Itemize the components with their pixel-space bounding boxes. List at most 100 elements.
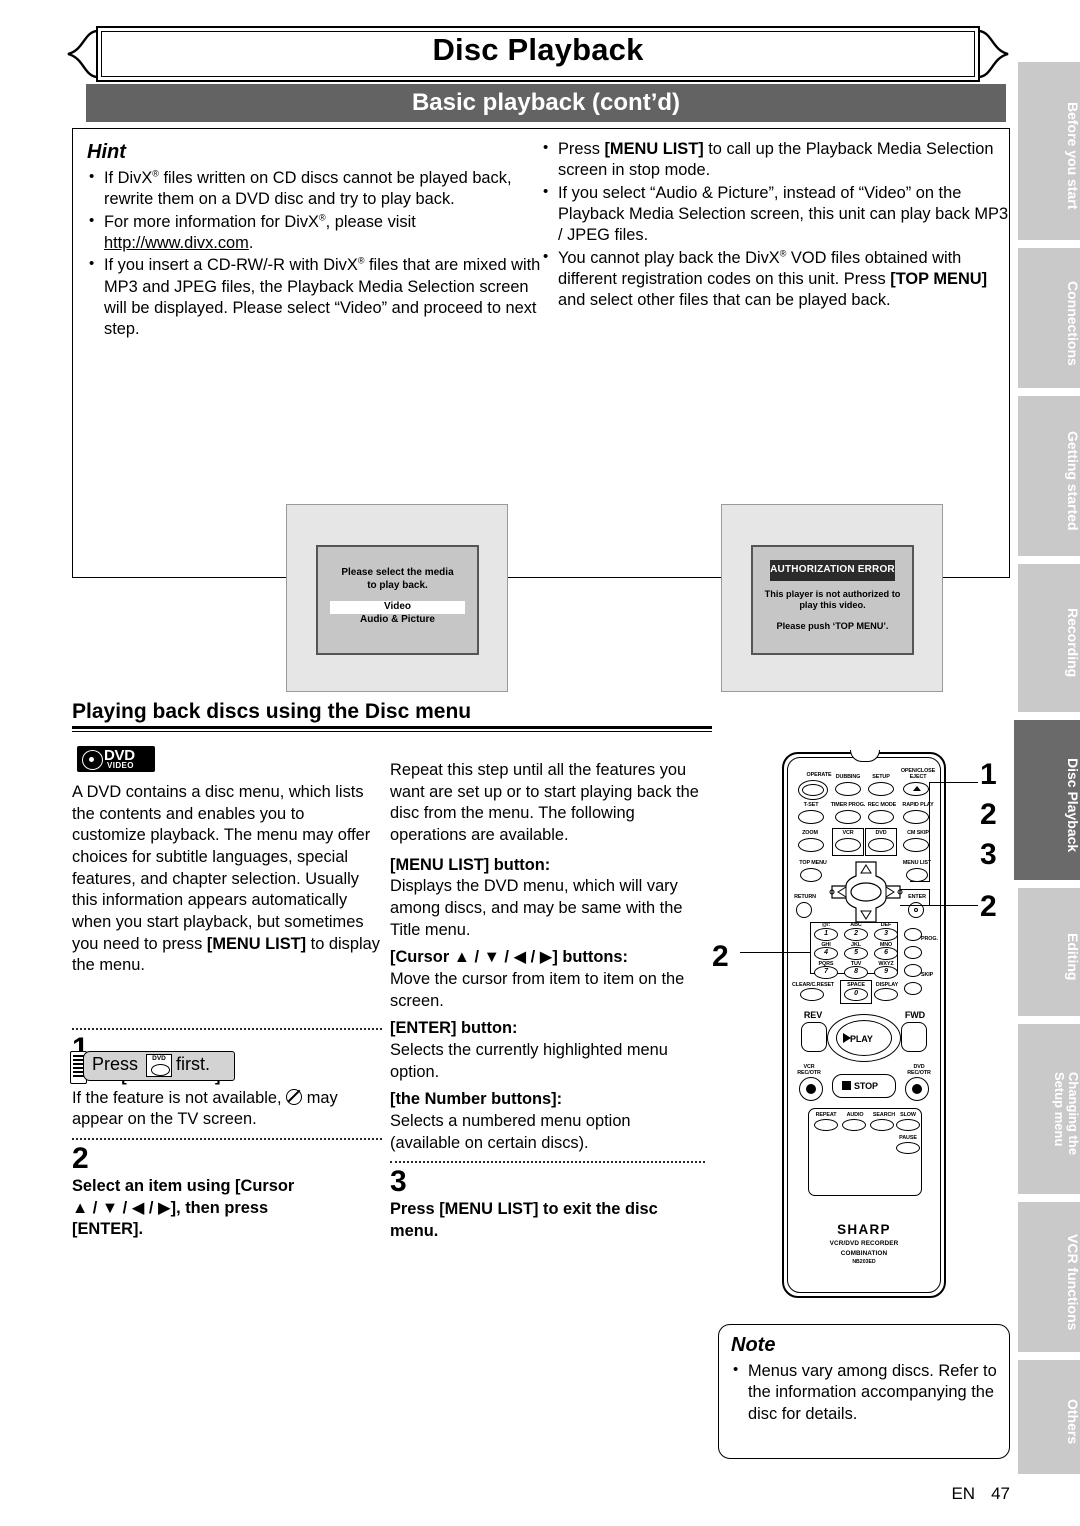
- brand-name: SHARP: [837, 1222, 891, 1237]
- number-1-label: 1: [824, 930, 828, 937]
- hint-item: If you insert a CD-RW/-R with DivX® file…: [87, 254, 552, 340]
- skip-forward-button[interactable]: [904, 964, 922, 977]
- label-prog: PROG.: [921, 936, 938, 942]
- label-stop: STOP: [854, 1081, 878, 1091]
- error-title: AUTHORIZATION ERROR: [770, 560, 895, 581]
- dotted-separator: [72, 1137, 382, 1140]
- leader-line-1-vert: [929, 782, 931, 882]
- label-cm-skip: CM SKIP: [907, 830, 929, 836]
- error-line2: play this video.: [799, 600, 866, 611]
- number-3-label: 3: [884, 930, 888, 937]
- label-timer-prog: TIMER PROG.: [830, 802, 866, 808]
- step-2-number: 2: [72, 1141, 89, 1175]
- sidebar-tab-recording[interactable]: Recording: [1018, 564, 1080, 712]
- label-return: RETURN: [794, 894, 816, 900]
- dubbing-button[interactable]: [835, 782, 861, 796]
- divx-link[interactable]: http://www.divx.com: [104, 234, 249, 252]
- tv-screen-content: Please select the media to play back. Vi…: [316, 545, 479, 655]
- repeat-button[interactable]: [814, 1119, 838, 1131]
- footer-language: EN: [951, 1484, 976, 1503]
- cm-skip-button[interactable]: [903, 838, 929, 852]
- leader-line-4-vert: [929, 890, 931, 906]
- page-title: Disc Playback: [432, 32, 644, 67]
- sidebar-tab-before-you-start[interactable]: Before you start: [1018, 62, 1080, 240]
- dvd-record-dot-icon: [912, 1084, 922, 1094]
- tv1-option-audio-picture[interactable]: Audio & Picture: [330, 614, 465, 627]
- menu-list-button[interactable]: [906, 868, 928, 882]
- sidebar-tab-label: Editing: [1065, 933, 1080, 981]
- number-4-label: 4: [824, 949, 828, 956]
- label-rev: REV: [803, 1010, 823, 1020]
- press-dvd-first-badge: Press DVD first.: [70, 1050, 240, 1084]
- tv1-option-video[interactable]: Video: [330, 601, 465, 614]
- number-8-label: 8: [854, 968, 858, 975]
- clear-button[interactable]: [800, 988, 824, 1001]
- rev-button[interactable]: [801, 1022, 827, 1052]
- skip-back-button[interactable]: [904, 982, 922, 995]
- rapid-play-button[interactable]: [903, 810, 929, 824]
- sidebar-tab-label: Disc Playback: [1065, 757, 1080, 853]
- step-1-body-a: If the feature is not available,: [72, 1088, 282, 1107]
- sidebar-tab-editing[interactable]: Editing: [1018, 888, 1080, 1016]
- model-line-3: NB203ED: [852, 1259, 876, 1265]
- timer-prog-button[interactable]: [835, 810, 861, 824]
- sidebar-tab-vcr-functions[interactable]: VCR functions: [1018, 1202, 1080, 1352]
- pause-button[interactable]: [896, 1142, 920, 1154]
- operate-button-inner: [802, 784, 824, 796]
- label-slow: SLOW: [900, 1112, 916, 1118]
- tset-button[interactable]: [798, 810, 824, 824]
- number-2-label: 2: [854, 930, 858, 937]
- dvd-video-logo-icon: DVD VIDEO: [77, 746, 155, 772]
- audio-button[interactable]: [842, 1119, 866, 1131]
- search-button[interactable]: [870, 1119, 894, 1131]
- hint-right-column: Press [MENU LIST] to call up the Playbac…: [541, 138, 1011, 313]
- leader-line-1-end: [910, 881, 930, 883]
- op-1-body: Move the cursor from item to item on the…: [390, 969, 685, 1010]
- callout-2: 2: [980, 798, 997, 831]
- sidebar-tab-changing-the-setup-menu[interactable]: Changing the Setup menu: [1018, 1024, 1080, 1194]
- dvd-logo-bottom: VIDEO: [107, 761, 134, 770]
- step-1-body: If the feature is not available, may app…: [72, 1088, 382, 1131]
- zoom-button[interactable]: [798, 838, 824, 852]
- setup-button[interactable]: [868, 782, 894, 796]
- vcr-button[interactable]: [835, 838, 861, 852]
- fwd-button[interactable]: [901, 1022, 927, 1052]
- label-zoom: ZOOM: [802, 830, 818, 836]
- section-bar: Basic playback (cont’d): [86, 84, 1006, 122]
- callout-5: 2: [712, 940, 729, 973]
- note-label: Note: [731, 1334, 776, 1356]
- tv-screen-authorization-error: AUTHORIZATION ERROR This player is not a…: [721, 504, 943, 692]
- middle-body-column: Repeat this step until all the features …: [390, 760, 705, 1242]
- sidebar-tab-disc-playback[interactable]: Disc Playback: [1014, 720, 1080, 880]
- prohibited-icon: [286, 1088, 303, 1105]
- note-list: Menus vary among discs. Refer to the inf…: [731, 1360, 997, 1425]
- sidebar-tab-others[interactable]: Others: [1018, 1360, 1080, 1474]
- sidebar-tab-label: Before you start: [1065, 102, 1080, 210]
- page-footer: EN 47: [951, 1484, 1010, 1504]
- vcr-record-dot-icon: [806, 1084, 816, 1094]
- label-rec-mode: REC MODE: [867, 802, 897, 808]
- display-button[interactable]: [874, 988, 898, 1001]
- section-heading-text: Playing back discs using the Disc menu: [72, 700, 472, 723]
- number-9-label: 9: [884, 968, 888, 975]
- note-box: Note Menus vary among discs. Refer to th…: [718, 1324, 1010, 1459]
- sidebar-tab-connections[interactable]: Connections: [1018, 248, 1080, 388]
- slow-button[interactable]: [896, 1119, 920, 1131]
- cursor-pad[interactable]: [826, 856, 906, 926]
- dvd-button-icon: DVD: [146, 1054, 172, 1077]
- top-menu-button[interactable]: [800, 868, 822, 882]
- op-0-title: [MENU LIST] button:: [390, 855, 551, 874]
- leader-line-5: [740, 952, 810, 954]
- rec-mode-button[interactable]: [868, 810, 894, 824]
- sidebar-tab-getting-started[interactable]: Getting started: [1018, 396, 1080, 556]
- label-setup: SETUP: [872, 774, 890, 780]
- label-vcr: VCR: [842, 830, 854, 836]
- remote-branding: SHARP VCR/DVD RECORDER COMBINATION NB203…: [782, 1222, 946, 1265]
- prog-down-button[interactable]: [904, 946, 922, 959]
- dvd-button[interactable]: [868, 838, 894, 852]
- return-button[interactable]: [796, 902, 812, 918]
- step-2-heading: Select an item using [Cursor ▲ / ▼ / ◀ /…: [72, 1176, 382, 1241]
- sidebar-tabs: Before you start Connections Getting sta…: [1014, 62, 1080, 1474]
- prog-up-button[interactable]: [904, 928, 922, 941]
- dotted-separator: [390, 1161, 705, 1164]
